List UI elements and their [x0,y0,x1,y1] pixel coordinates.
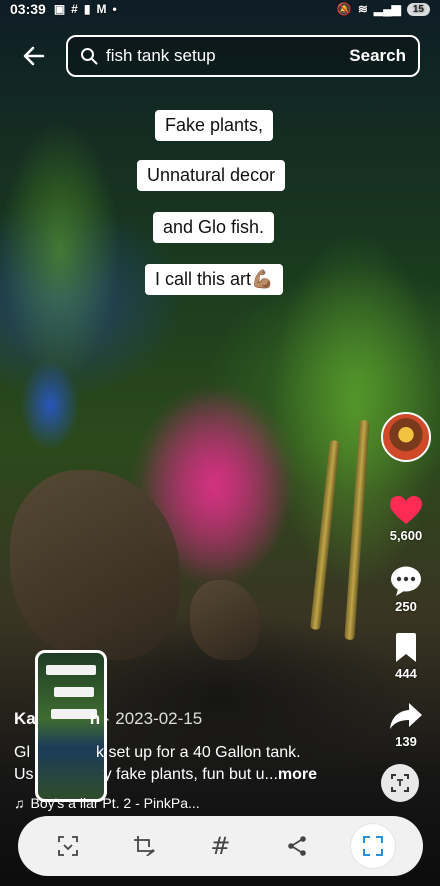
author-name-tail[interactable]: h [90,709,100,728]
bookmark-icon [396,633,416,662]
bottom-toolbar: # [18,816,423,876]
save-count: 444 [395,666,417,681]
search-button[interactable]: Search [349,46,406,66]
signal-icon: ▂▄▆ [373,2,401,16]
crop-edit-button[interactable] [122,824,166,868]
sound-link[interactable]: ♫ Boy's a liar Pt. 2 - PinkPa... [14,795,200,811]
author-avatar[interactable] [381,412,431,462]
dot-icon: • [112,2,117,16]
hashtag-icon: # [210,832,231,860]
like-button[interactable]: 5,600 [376,494,436,543]
save-button[interactable]: 444 [376,632,436,681]
mute-icon: 🔕 [336,2,352,16]
caption-line-1: Fake plants, [155,110,274,141]
comment-count: 250 [395,599,417,614]
share-button[interactable]: 139 [376,700,436,749]
author-name[interactable]: Ka [14,709,36,728]
alarm-icon: ▮ [83,2,91,16]
crop-edit-icon [134,836,156,856]
smart-select-icon [58,836,78,856]
gmail-icon: M [96,2,107,16]
share-count: 139 [395,734,417,749]
search-box[interactable]: fish tank setup Search [66,35,420,77]
share-tool-button[interactable] [275,824,319,868]
smart-select-button[interactable] [46,824,90,868]
scan-text-icon [391,774,409,792]
heart-icon [390,496,422,524]
back-arrow-icon [23,46,45,66]
hashtag-button[interactable]: # [198,824,242,868]
comment-button[interactable]: 250 [376,565,436,614]
share-icon [287,836,306,856]
post-date: · 2023-02-15 [104,709,203,728]
camera-scan-icon: ▣ [53,2,66,16]
hash-icon: # [71,2,78,16]
caption-line-4: I call this art💪🏽 [145,264,284,295]
video-description[interactable]: Gl k set up for a 40 Gallon tank. Us y fak… [14,742,374,786]
search-query[interactable]: fish tank setup [106,46,349,66]
scan-text-button[interactable] [381,764,419,802]
author-line[interactable]: Ka h · 2023-02-15 [14,709,202,729]
wifi-icon: ≋ [357,2,368,16]
sound-title: Boy's a liar Pt. 2 - PinkPa... [30,795,200,811]
expand-icon [362,836,383,856]
search-icon [81,48,98,65]
status-bar: 03:39 ▣ # ▮ M • 🔕 ≋ ▂▄▆ 15 [0,0,440,18]
expand-button[interactable] [350,824,395,868]
caption-line-2: Unnatural decor [137,160,286,191]
more-link[interactable]: more [278,766,317,783]
back-button[interactable] [18,40,50,72]
status-time: 03:39 [10,1,46,17]
notification-icons: ▣ # ▮ M • [54,2,117,16]
music-note-icon: ♫ [14,795,25,811]
like-count: 5,600 [389,528,423,543]
share-arrow-icon [390,703,422,729]
caption-line-3: and Glo fish. [153,212,275,243]
system-indicators: 🔕 ≋ ▂▄▆ 15 [337,2,430,16]
battery-indicator: 15 [406,2,430,16]
comment-icon [391,566,421,596]
